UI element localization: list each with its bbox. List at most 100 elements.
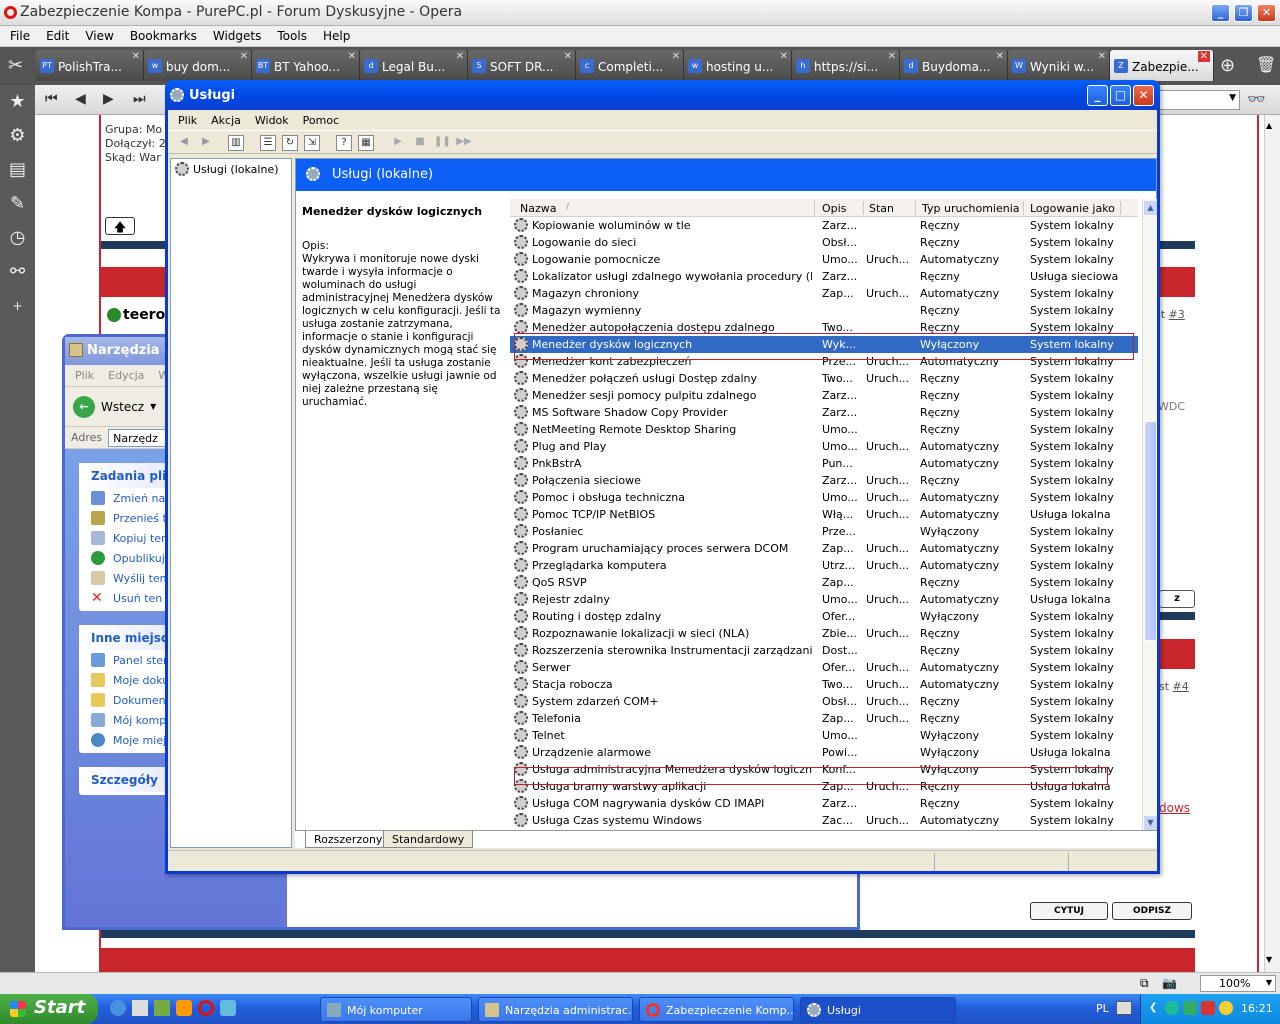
- service-row[interactable]: System zdarzeń COM+ Obsł... Uruch... Ręczny…: [510, 693, 1138, 710]
- app-icon[interactable]: [154, 1000, 170, 1016]
- ie-icon[interactable]: [110, 1000, 126, 1016]
- back-arrow-icon[interactable]: ◀: [75, 91, 86, 107]
- column-header-name[interactable]: Nazwa: [520, 202, 556, 215]
- taskbar-item-my-computer[interactable]: Mój komputer: [320, 997, 472, 1022]
- service-row[interactable]: MS Software Shadow Copy Provider Zarz... R…: [510, 404, 1138, 421]
- tray-app-icon[interactable]: [1183, 1001, 1197, 1015]
- links-icon[interactable]: ⚯: [0, 255, 35, 289]
- tab-close-icon[interactable]: ✕: [456, 51, 464, 62]
- service-row[interactable]: Rejestr zdalny Umo... Uruch... Automatyczny…: [510, 591, 1138, 608]
- service-row[interactable]: Menedżer połączeń usługi Dostęp zdalny Tw…: [510, 370, 1138, 387]
- tab-https[interactable]: h https://si... ✕: [792, 50, 900, 81]
- explorer-menu-file[interactable]: Plik: [75, 369, 94, 382]
- shield-icon[interactable]: [1201, 1001, 1215, 1015]
- settings-gear-icon[interactable]: ⚙: [0, 119, 35, 153]
- minimize-button[interactable]: _: [1211, 4, 1230, 22]
- forward-arrow-icon[interactable]: ▶: [198, 135, 214, 151]
- post-link[interactable]: dows: [1159, 801, 1190, 815]
- menu-edit[interactable]: Edit: [46, 29, 69, 43]
- add-panel-icon[interactable]: +: [0, 289, 35, 323]
- chevron-left-icon[interactable]: ❮: [1149, 1002, 1157, 1013]
- service-row[interactable]: PnkBstrA Pun... Automatyczny System lokalny: [510, 455, 1138, 472]
- restore-button[interactable]: ❐: [1234, 4, 1253, 22]
- forward-arrow-icon[interactable]: ▶: [103, 91, 114, 107]
- service-row[interactable]: Urządzenie alarmowe Powi... Wyłączony Usług…: [510, 744, 1138, 761]
- reply-button[interactable]: ODPISZ: [1112, 902, 1192, 920]
- tab-close-icon[interactable]: ✕: [888, 51, 896, 62]
- rewind-icon[interactable]: ⏮: [45, 91, 58, 107]
- column-header-log-on-as[interactable]: Logowanie jako: [1030, 202, 1115, 215]
- service-row[interactable]: Rozpoznawanie lokalizacji w sieci (NLA) Z…: [510, 625, 1138, 642]
- post-ref-link[interactable]: #4: [1173, 680, 1189, 693]
- properties-icon[interactable]: ☰: [260, 135, 276, 151]
- services-vertical-scrollbar[interactable]: ▲ ▼: [1142, 199, 1157, 833]
- menu-view[interactable]: View: [85, 29, 113, 43]
- messenger-icon[interactable]: [176, 1000, 192, 1016]
- tab-hosting[interactable]: w hosting u... ✕: [684, 50, 792, 81]
- top-arrow-button[interactable]: 🡅: [105, 217, 135, 235]
- close-button[interactable]: ✕: [1133, 85, 1154, 106]
- opera-vertical-scrollbar[interactable]: ▲ ▼: [1264, 115, 1280, 972]
- column-separator[interactable]: [863, 201, 864, 215]
- fast-forward-icon[interactable]: ⏭: [133, 91, 146, 107]
- tab-extended[interactable]: Rozszerzony: [305, 831, 392, 848]
- service-row[interactable]: Lokalizator usługi zdalnego wywołania pr…: [510, 268, 1138, 285]
- tab-close-icon[interactable]: ✕: [132, 51, 140, 62]
- zoom-select[interactable]: 100% ▼: [1200, 975, 1276, 992]
- service-row[interactable]: Pomoc TCP/IP NetBIOS Włą... Uruch... Automa…: [510, 506, 1138, 523]
- volume-icon[interactable]: [1219, 1001, 1233, 1015]
- tab-zabezpieczenie[interactable]: Z Zabezpie... ✕: [1110, 50, 1214, 81]
- menu-tools[interactable]: Tools: [277, 29, 307, 43]
- menu-pomoc[interactable]: Pomoc: [303, 114, 339, 127]
- scroll-down-icon[interactable]: ▼: [1266, 955, 1272, 964]
- export-list-icon[interactable]: ⇲: [304, 135, 320, 151]
- post-ref-4[interactable]: st #4: [1159, 680, 1189, 693]
- back-arrow-icon[interactable]: ◀: [176, 135, 192, 151]
- search-input[interactable]: ▼: [1155, 90, 1240, 110]
- column-header-description[interactable]: Opis: [822, 202, 846, 215]
- tab-close-icon[interactable]: ✕: [564, 51, 572, 62]
- notes-icon[interactable]: ▤: [0, 153, 35, 187]
- tab-wyniki[interactable]: W Wyniki w... ✕: [1008, 50, 1110, 81]
- stop-service-icon[interactable]: ■: [412, 135, 428, 151]
- tab-completi[interactable]: c Completi... ✕: [576, 50, 684, 81]
- tab-close-icon[interactable]: ✕: [996, 51, 1004, 62]
- service-row[interactable]: QoS RSVP Zap... Ręczny System lokalny: [510, 574, 1138, 591]
- service-row[interactable]: Usługa COM nagrywania dysków CD IMAPI Zar…: [510, 795, 1138, 812]
- tab-buy-dom[interactable]: w buy dom... ✕: [144, 50, 252, 81]
- opera-icon[interactable]: [198, 1000, 214, 1016]
- service-row[interactable]: Menedżer sesji pomocy pulpitu zdalnego Za…: [510, 387, 1138, 404]
- service-row[interactable]: Serwer Ofer... Uruch... Automatyczny System …: [510, 659, 1138, 676]
- service-row[interactable]: Logowanie do sieci Obsł... Ręczny System lo…: [510, 234, 1138, 251]
- menu-widgets[interactable]: Widgets: [213, 29, 262, 43]
- column-separator[interactable]: [1120, 201, 1121, 215]
- menu-bookmarks[interactable]: Bookmarks: [130, 29, 197, 43]
- menu-help[interactable]: Help: [323, 29, 350, 43]
- minimize-button[interactable]: _: [1087, 85, 1108, 106]
- close-button[interactable]: ✕: [1257, 4, 1276, 22]
- service-row[interactable]: Połączenia sieciowe Zarz... Uruch... Ręczny…: [510, 472, 1138, 489]
- taskbar-item-admin-tools[interactable]: Narzędzia administrac...: [478, 997, 633, 1022]
- back-arrow-icon[interactable]: ←: [73, 395, 95, 418]
- language-indicator[interactable]: PL: [1096, 1002, 1109, 1015]
- service-row[interactable]: Program uruchamiający proces serwera DCO…: [510, 540, 1138, 557]
- service-row[interactable]: Usługa Czas systemu Windows Zac... Uruch..…: [510, 812, 1138, 829]
- tab-standard[interactable]: Standardowy: [383, 831, 474, 848]
- camera-icon[interactable]: 📷: [1162, 976, 1177, 990]
- tab-bt-yahoo[interactable]: BT BT Yahoo... ✕: [252, 50, 360, 81]
- service-row[interactable]: Rozszerzenia sterownika Instrumentacji z…: [510, 642, 1138, 659]
- edit-button[interactable]: z: [1159, 590, 1195, 608]
- tab-close-icon[interactable]: ✕: [780, 51, 788, 62]
- view-icon[interactable]: ▦: [358, 135, 374, 151]
- menu-akcja[interactable]: Akcja: [211, 114, 241, 127]
- service-row[interactable]: NetMeeting Remote Desktop Sharing Umo... R…: [510, 421, 1138, 438]
- glasses-icon[interactable]: 👓: [1247, 90, 1266, 108]
- bookmarks-star-icon[interactable]: ★: [0, 85, 35, 119]
- tab-legal-bu[interactable]: d Legal Bu... ✕: [360, 50, 468, 81]
- service-row[interactable]: Magazyn wymienny Ręczny System lokalny: [510, 302, 1138, 319]
- post-ref-link[interactable]: #3: [1169, 308, 1185, 321]
- service-row[interactable]: Plug and Play Umo... Uruch... Automatyczny S…: [510, 438, 1138, 455]
- chevron-down-icon[interactable]: ▼: [1229, 93, 1236, 103]
- save-icon[interactable]: [132, 1000, 148, 1016]
- new-tab-icon[interactable]: ⊕: [1220, 55, 1235, 76]
